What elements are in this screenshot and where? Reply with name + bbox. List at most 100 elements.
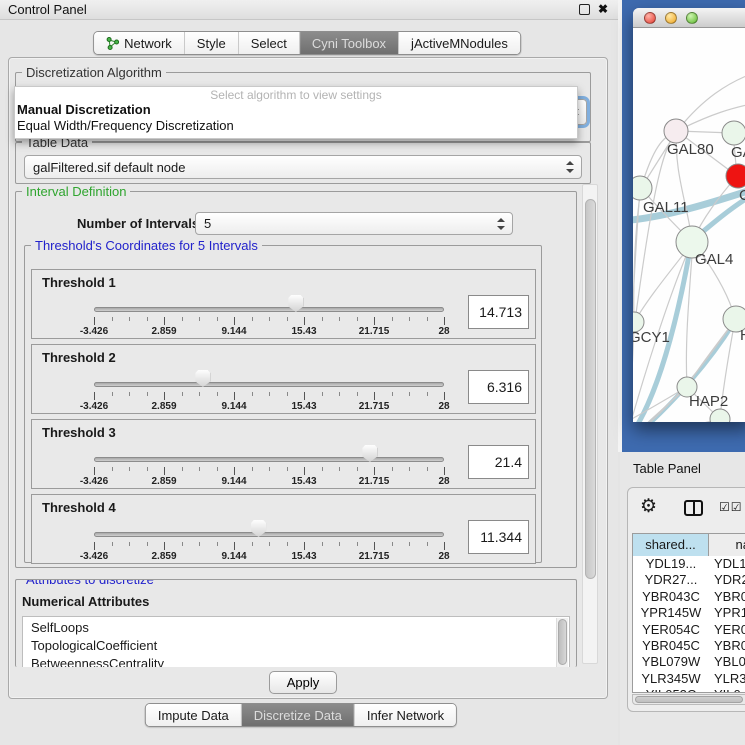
- cyni-toolbox-panel: Discretization Algorithm Select algorith…: [8, 57, 608, 699]
- slider-thumb[interactable]: [288, 295, 303, 312]
- attribute-list-item[interactable]: SelfLoops: [31, 619, 569, 637]
- slider-thumb[interactable]: [362, 445, 377, 462]
- axis-tick-label: 2.859: [151, 401, 176, 412]
- tab-label: Discretize Data: [254, 708, 342, 723]
- axis-tick-label: 2.859: [151, 551, 176, 562]
- number-of-intervals-combobox[interactable]: 5: [195, 212, 513, 235]
- panel-title: Control Panel: [8, 2, 87, 17]
- network-node-gal11[interactable]: [633, 176, 652, 200]
- name-cell: YER0: [709, 622, 745, 638]
- threshold-slider[interactable]: [94, 307, 444, 312]
- axis-tick-label: -3.426: [80, 551, 108, 562]
- minimize-traffic-light-icon[interactable]: [665, 12, 677, 24]
- threshold-slider[interactable]: [94, 532, 444, 537]
- list-scrollbar[interactable]: [556, 618, 568, 667]
- table-horizontal-scrollbar[interactable]: [632, 694, 745, 705]
- axis-tick-label: 9.144: [221, 401, 246, 412]
- float-window-icon[interactable]: [579, 4, 590, 15]
- interval-definition-group: Interval Definition Number of Intervals …: [15, 191, 577, 568]
- table-row[interactable]: YBL079WYBL0: [633, 654, 745, 670]
- threshold-slider[interactable]: [94, 382, 444, 387]
- column-header-2[interactable]: na: [709, 534, 745, 556]
- axis-tick-label: -3.426: [80, 476, 108, 487]
- tab-style[interactable]: Style: [185, 32, 239, 54]
- tab-discretize-data[interactable]: Discretize Data: [242, 704, 355, 726]
- network-node[interactable]: [710, 409, 730, 422]
- axis-tick-label: -3.426: [80, 326, 108, 337]
- zoom-traffic-light-icon[interactable]: [686, 12, 698, 24]
- network-node-label: GAL80: [667, 141, 714, 158]
- slider-axis-labels: -3.4262.8599.14415.4321.71528: [94, 551, 444, 563]
- network-node-c[interactable]: [726, 164, 745, 188]
- shared-name-cell: YER054C: [633, 622, 709, 638]
- table-row[interactable]: YER054CYER0: [633, 622, 745, 638]
- network-node-gal80[interactable]: [664, 119, 688, 143]
- table-data-value: galFiltered.sif default node: [33, 160, 185, 175]
- table-data-combobox[interactable]: galFiltered.sif default node: [24, 155, 582, 179]
- table-row[interactable]: YPR145WYPR1: [633, 605, 745, 621]
- select-columns-checkboxes-icon[interactable]: ☑☑: [719, 500, 743, 514]
- threshold-value-field[interactable]: 14.713: [468, 295, 529, 329]
- threshold-panel-1: Threshold 1-3.4262.8599.14415.4321.71528…: [31, 269, 536, 339]
- name-cell: YLR3: [709, 671, 745, 687]
- column-header-1[interactable]: shared...: [633, 534, 709, 556]
- network-node-label: H: [740, 327, 745, 344]
- axis-tick-label: 21.715: [359, 326, 390, 337]
- threshold-value-field[interactable]: 21.4: [468, 445, 529, 479]
- axis-tick-label: 15.43: [291, 326, 316, 337]
- close-traffic-light-icon[interactable]: [644, 12, 656, 24]
- tab-jactivemnodules[interactable]: jActiveMNodules: [399, 32, 520, 54]
- attributes-group: Attributes to discretize Numerical Attri…: [15, 579, 577, 667]
- bottom-tab-bar: Impute Data Discretize Data Infer Network: [145, 703, 457, 727]
- table-row[interactable]: YIL052CYIL0: [633, 687, 745, 692]
- number-of-intervals-value: 5: [204, 216, 211, 231]
- slider-axis-labels: -3.4262.8599.14415.4321.71528: [94, 326, 444, 338]
- network-node-ga[interactable]: [722, 121, 745, 145]
- threshold-value-field[interactable]: 11.344: [468, 520, 529, 554]
- close-icon[interactable]: ✖: [598, 2, 608, 16]
- axis-tick-label: 21.715: [359, 401, 390, 412]
- tab-cyni-toolbox[interactable]: Cyni Toolbox: [300, 32, 399, 54]
- dropdown-item-equal-width-frequency[interactable]: Equal Width/Frequency Discretization: [17, 118, 234, 133]
- tab-select[interactable]: Select: [239, 32, 300, 54]
- tab-impute-data[interactable]: Impute Data: [146, 704, 242, 726]
- attribute-list-item[interactable]: TopologicalCoefficient: [31, 637, 569, 655]
- table-row[interactable]: YDR27...YDR2: [633, 572, 745, 588]
- split-columns-icon[interactable]: [684, 500, 703, 516]
- table-panel-title: Table Panel: [633, 461, 701, 476]
- name-cell: YIL0: [709, 687, 745, 692]
- slider-axis-labels: -3.4262.8599.14415.4321.71528: [94, 476, 444, 488]
- network-desktop: GAL80GACGAL11GAL4GCY1HHAP2: [622, 0, 745, 452]
- table-row[interactable]: YDL19...YDL1: [633, 556, 745, 572]
- slider-thumb[interactable]: [251, 520, 266, 537]
- threshold-label: Threshold 1: [42, 275, 116, 290]
- group-title: Threshold's Coordinates for 5 Intervals: [31, 238, 262, 253]
- name-cell: YPR1: [709, 605, 745, 621]
- group-title: Attributes to discretize: [22, 579, 158, 587]
- network-canvas[interactable]: GAL80GACGAL11GAL4GCY1HHAP2: [633, 28, 745, 422]
- name-cell: YBL0: [709, 654, 745, 670]
- slider-thumb[interactable]: [195, 370, 210, 387]
- table-row[interactable]: YBR045CYBR0: [633, 638, 745, 654]
- dropdown-item-manual-discretization[interactable]: Manual Discretization: [17, 102, 151, 117]
- table-row[interactable]: YLR345WYLR3: [633, 671, 745, 687]
- thresholds-group: Threshold's Coordinates for 5 Intervals …: [24, 245, 542, 563]
- tab-network[interactable]: Network: [94, 32, 185, 54]
- tab-infer-network[interactable]: Infer Network: [355, 704, 456, 726]
- combo-arrows-icon: [566, 161, 574, 173]
- network-node-label: C: [739, 187, 745, 204]
- attribute-list-item[interactable]: BetweennessCentrality: [31, 655, 569, 667]
- settings-scrollbar[interactable]: [582, 184, 598, 664]
- screen: Control Panel ✖ NetworkStyleSelectCyni T…: [0, 0, 745, 745]
- table-row[interactable]: YBR043CYBR0: [633, 589, 745, 605]
- network-window-titlebar[interactable]: [633, 8, 745, 28]
- network-view-window[interactable]: GAL80GACGAL11GAL4GCY1HHAP2: [633, 8, 745, 422]
- axis-tick-label: 2.859: [151, 326, 176, 337]
- threshold-slider[interactable]: [94, 457, 444, 462]
- axis-tick-label: 28: [438, 326, 449, 337]
- gear-icon[interactable]: ⚙: [640, 495, 657, 518]
- name-cell: YDR2: [709, 572, 745, 588]
- group-title: Discretization Algorithm: [22, 65, 166, 80]
- threshold-value-field[interactable]: 6.316: [468, 370, 529, 404]
- apply-button[interactable]: Apply: [269, 671, 337, 694]
